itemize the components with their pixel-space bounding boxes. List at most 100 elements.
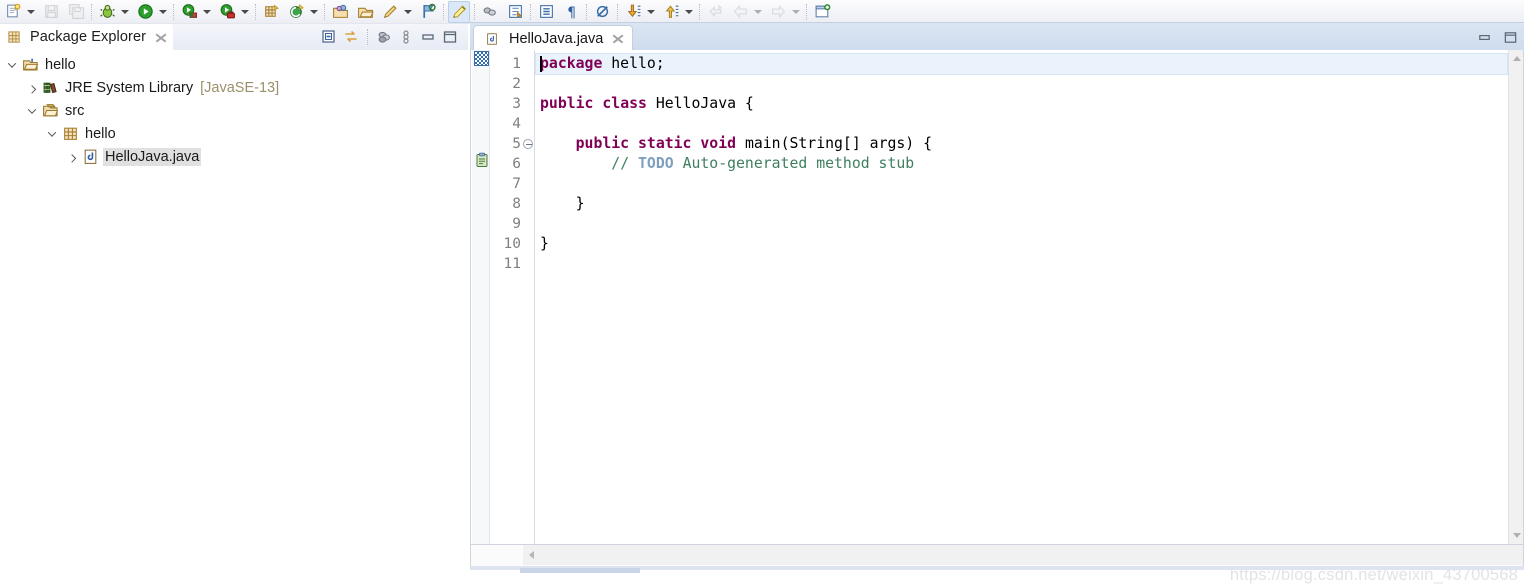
skip-breakpoints-button[interactable] xyxy=(591,1,613,23)
chevron-down-icon[interactable] xyxy=(24,99,40,122)
chevron-down-icon[interactable] xyxy=(401,1,414,23)
previous-annotation-button[interactable] xyxy=(660,1,682,23)
maximize-icon[interactable] xyxy=(440,27,460,47)
open-type-icon xyxy=(332,3,349,20)
new-wizard-button[interactable] xyxy=(2,1,24,23)
tree-item-label: HelloJava.java xyxy=(103,147,202,166)
code-line-6[interactable]: // TODO Auto-generated method stub xyxy=(536,154,1507,174)
code-line-5[interactable]: public static void main(String[] args) { xyxy=(536,134,1507,154)
new-java-class-button[interactable] xyxy=(285,1,307,23)
link-chain-icon xyxy=(482,3,499,20)
tree-item-label: JRE System Library xyxy=(65,79,194,96)
debug-bug-icon xyxy=(99,3,116,20)
toolbar-separator xyxy=(617,3,618,20)
chevron-left-icon[interactable] xyxy=(523,545,540,565)
chevron-down-icon[interactable] xyxy=(238,1,251,23)
view-menu-icon[interactable] xyxy=(396,27,416,47)
chevron-down-icon[interactable] xyxy=(118,1,131,23)
horizontal-scrollbar[interactable] xyxy=(523,545,1523,565)
code-token: class xyxy=(602,95,647,112)
code-line-11[interactable] xyxy=(536,254,1507,274)
chevron-right-icon[interactable] xyxy=(64,145,80,168)
code-line-9[interactable] xyxy=(536,214,1507,234)
show-whitespace-button[interactable] xyxy=(535,1,557,23)
chevron-down-icon[interactable] xyxy=(44,122,60,145)
maximize-icon[interactable] xyxy=(1502,29,1518,45)
code-line-4[interactable] xyxy=(536,114,1507,134)
collapse-all-icon[interactable] xyxy=(319,27,339,47)
search-button[interactable] xyxy=(417,1,439,23)
minimize-icon[interactable] xyxy=(418,27,438,47)
edit-mode-button[interactable] xyxy=(379,1,401,23)
chevron-down-icon[interactable] xyxy=(24,1,37,23)
code-token: } xyxy=(540,195,585,212)
package-explorer-toolbar xyxy=(319,24,460,50)
new-class-icon xyxy=(288,3,305,20)
tree-item-hello[interactable]: hello xyxy=(0,53,468,76)
save-button xyxy=(40,1,62,23)
code-line-8[interactable]: } xyxy=(536,194,1507,214)
new-window-button[interactable] xyxy=(811,1,833,23)
focus-active-task-icon[interactable] xyxy=(374,27,394,47)
editor-tab-row: HelloJava.java xyxy=(470,22,1524,51)
link-with-editor-icon[interactable] xyxy=(341,27,361,47)
toolbar-separator xyxy=(699,3,700,20)
chevron-down-icon[interactable] xyxy=(682,1,695,23)
toolbar-separator xyxy=(586,3,587,20)
pilcrow-button[interactable]: ¶ xyxy=(560,1,582,23)
open-task-button[interactable] xyxy=(354,1,376,23)
highlight-button[interactable] xyxy=(448,0,470,23)
chevron-right-icon[interactable] xyxy=(24,76,40,99)
debug-button[interactable] xyxy=(96,1,118,23)
vertical-scrollbar[interactable] xyxy=(1508,50,1523,544)
skip-breakpoints-icon xyxy=(594,3,611,20)
code-line-10[interactable]: } xyxy=(536,234,1507,254)
chevron-down-icon[interactable] xyxy=(156,1,169,23)
fold-collapse-icon[interactable] xyxy=(522,134,534,154)
chevron-down-icon xyxy=(751,1,764,23)
code-token: // xyxy=(611,155,639,172)
code-token: public xyxy=(540,95,594,112)
tree-item-hellojava-java[interactable]: HelloJava.java xyxy=(0,145,468,168)
line-number: 5 xyxy=(512,136,521,152)
close-icon[interactable] xyxy=(611,32,624,45)
new-java-package-button[interactable] xyxy=(260,1,282,23)
tab-package-explorer[interactable]: Package Explorer xyxy=(0,24,174,50)
chevron-down-icon[interactable] xyxy=(307,1,320,23)
chevron-up-icon[interactable] xyxy=(1509,50,1523,67)
new-window-icon xyxy=(814,3,831,20)
open-type-button[interactable] xyxy=(329,1,351,23)
coverage-button[interactable] xyxy=(178,1,200,23)
open-folder-icon xyxy=(357,3,374,20)
tree-item-src[interactable]: src xyxy=(0,99,468,122)
code-line-7[interactable] xyxy=(536,174,1507,194)
tab-hellojava-java[interactable]: HelloJava.java xyxy=(473,25,634,51)
chevron-down-icon[interactable] xyxy=(644,1,657,23)
editor-body[interactable]: 1 2 3 4 5 6 7 8 9 10 11 package hello; public clas… xyxy=(470,50,1524,545)
toolbar-separator xyxy=(367,29,368,45)
tree-item-label: hello xyxy=(45,56,76,73)
code-line-2[interactable] xyxy=(536,74,1507,94)
bottom-left-strip xyxy=(520,568,640,573)
close-icon[interactable] xyxy=(154,31,167,44)
code-text-area[interactable]: package hello; public class HelloJava { … xyxy=(535,50,1508,544)
toggle-block-button[interactable] xyxy=(504,1,526,23)
code-line-3[interactable]: public class HelloJava { xyxy=(536,94,1507,114)
line-number: 11 xyxy=(503,256,521,272)
pencil-icon xyxy=(382,3,399,20)
arrow-down-marker-icon xyxy=(625,3,642,20)
run-button[interactable] xyxy=(134,1,156,23)
chevron-down-icon[interactable] xyxy=(1509,527,1523,544)
java-project-icon xyxy=(20,55,40,75)
code-line-1[interactable]: package hello; xyxy=(535,53,1508,75)
link-button[interactable] xyxy=(479,1,501,23)
next-annotation-button[interactable] xyxy=(622,1,644,23)
minimize-icon[interactable] xyxy=(1476,29,1492,45)
project-tree[interactable]: hello JRE System Library [JavaSE-13] src hel… xyxy=(0,50,468,573)
tree-item-hello[interactable]: hello xyxy=(0,122,468,145)
external-tools-button[interactable] xyxy=(216,1,238,23)
tree-item-jre-system-library[interactable]: JRE System Library [JavaSE-13] xyxy=(0,76,468,99)
chevron-down-icon[interactable] xyxy=(200,1,213,23)
chevron-down-icon[interactable] xyxy=(4,53,20,76)
